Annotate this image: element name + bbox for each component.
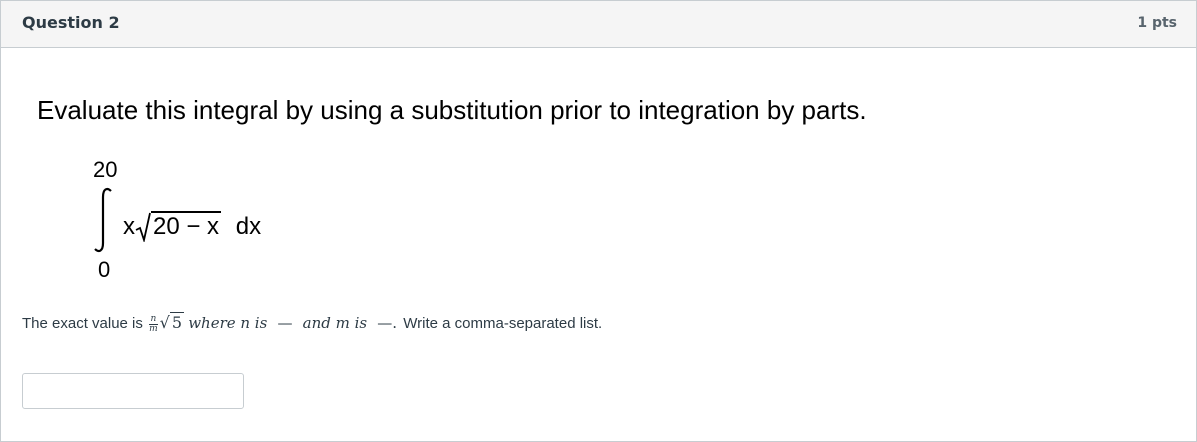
integral-upper-limit: 20	[93, 157, 118, 182]
and-m-text: and m is	[302, 314, 368, 332]
answer-lead-text: The exact value is	[22, 315, 143, 332]
where-n-text: where n is	[188, 314, 268, 332]
question-header: Question 2 1 pts	[1, 1, 1196, 48]
integral-expression: 20 x 20 − x dx 0	[87, 153, 307, 283]
blank-m: —.	[377, 314, 398, 332]
fraction-n-over-m: n m	[149, 314, 158, 334]
fraction-denominator: m	[149, 323, 158, 334]
integrand-x: x	[123, 213, 135, 240]
answer-instructions: The exact value is n m √ 5 where n is — a…	[22, 312, 603, 334]
question-card: Question 2 1 pts Evaluate this integral …	[0, 0, 1197, 442]
answer-input[interactable]	[22, 373, 244, 409]
integrand-differential: dx	[235, 213, 262, 240]
integral-sign-icon	[94, 187, 112, 253]
integral-lower-limit: 0	[98, 257, 111, 282]
integrand: x 20 − x dx	[123, 211, 261, 242]
blank-n: —	[277, 314, 293, 332]
question-title: Question 2	[22, 13, 120, 32]
question-prompt: Evaluate this integral by using a substi…	[37, 95, 867, 125]
square-root-icon	[135, 212, 151, 242]
sqrt-argument: 5	[169, 312, 185, 332]
integrand-radicand: 20 − x	[151, 211, 222, 240]
sqrt-five: √ 5	[159, 312, 185, 332]
instruction-text: Write a comma-separated list.	[403, 315, 603, 332]
question-points: 1 pts	[1137, 15, 1177, 31]
